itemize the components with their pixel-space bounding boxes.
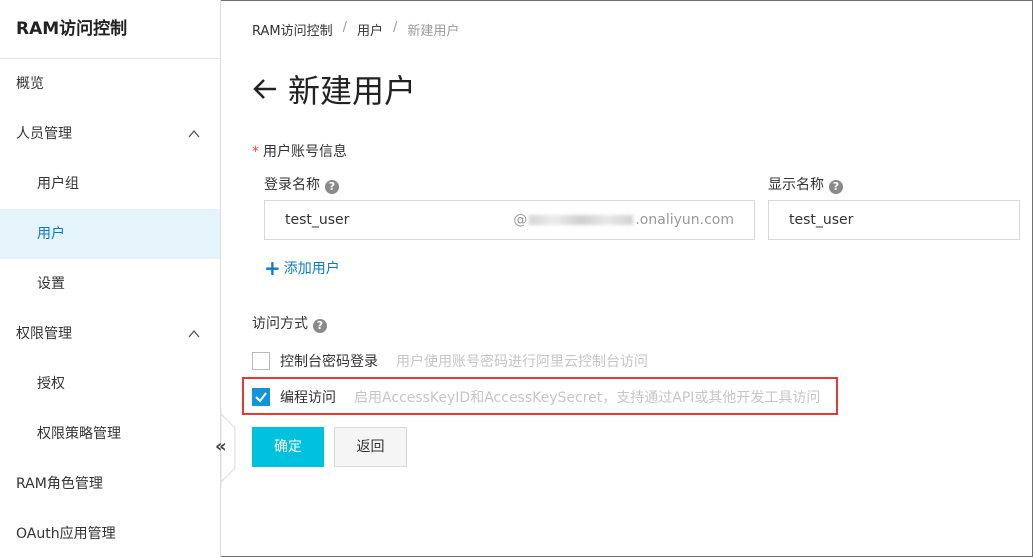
help-icon[interactable]: ?	[325, 180, 339, 194]
domain-prefix: @	[513, 212, 528, 228]
display-name-input[interactable]: test_user	[768, 200, 1020, 240]
help-icon[interactable]: ?	[829, 180, 843, 194]
plus-icon: +	[264, 256, 281, 280]
breadcrumb-root[interactable]: RAM访问控制	[252, 20, 333, 39]
login-name-text: 登录名称	[264, 177, 320, 193]
sidebar-item-ram-roles[interactable]: RAM角色管理	[0, 459, 220, 509]
console-access-option[interactable]: 控制台密码登录 用户使用账号密码进行阿里云控制台访问	[252, 351, 648, 371]
login-name-input[interactable]: test_user @ .onaliyun.com	[264, 200, 755, 240]
help-icon[interactable]: ?	[313, 319, 327, 333]
redacted-account-id	[529, 215, 634, 225]
required-marker: *	[252, 144, 259, 160]
sidebar-item-overview[interactable]: 概览	[0, 59, 220, 109]
add-user-label: 添加用户	[283, 261, 340, 277]
display-name-label: 显示名称?	[768, 174, 843, 194]
checkmark-icon	[255, 392, 267, 403]
breadcrumb-separator: /	[342, 20, 348, 35]
breadcrumb-separator: /	[393, 20, 398, 35]
sidebar-item-settings[interactable]: 设置	[0, 259, 220, 309]
login-name-value: test_user	[285, 212, 350, 228]
access-mode-text: 访问方式	[252, 316, 308, 332]
api-access-label: 编程访问	[280, 390, 336, 406]
breadcrumb: RAM访问控制 / 用户 / 新建用户	[252, 20, 459, 39]
chevron-up-icon	[188, 329, 200, 338]
sidebar-item-label: 权限管理	[16, 326, 72, 342]
back-button[interactable]: 返回	[334, 427, 407, 467]
sidebar-item-policies[interactable]: 权限策略管理	[0, 409, 220, 459]
sidebar-item-people-management[interactable]: 人员管理	[0, 109, 220, 159]
page-title: 新建用户	[288, 72, 417, 110]
api-access-checkbox[interactable]	[252, 388, 270, 406]
console-access-hint: 用户使用账号密码进行阿里云控制台访问	[396, 354, 648, 370]
page-title-row: 新建用户	[252, 66, 416, 112]
login-name-label: 登录名称?	[264, 174, 339, 194]
confirm-button[interactable]: 确定	[252, 427, 324, 467]
domain-suffix: @ .onaliyun.com	[513, 201, 734, 239]
sidebar-item-permission-management[interactable]: 权限管理	[0, 309, 220, 359]
add-user-link[interactable]: + 添加用户	[264, 258, 340, 278]
sidebar-item-label: 人员管理	[16, 126, 72, 142]
back-arrow-icon[interactable]	[252, 76, 278, 102]
access-mode-label: 访问方式?	[252, 313, 327, 333]
sidebar-item-users[interactable]: 用户	[0, 209, 220, 259]
sidebar-item-user-groups[interactable]: 用户组	[0, 159, 220, 209]
api-access-option[interactable]: 编程访问 启用AccessKeyID和AccessKeySecret，支持通过A…	[252, 387, 820, 407]
console-access-label: 控制台密码登录	[280, 354, 378, 370]
sidebar-title: RAM访问控制	[0, 0, 220, 59]
api-access-hint: 启用AccessKeyID和AccessKeySecret，支持通过API或其他…	[354, 390, 821, 406]
account-info-text: 用户账号信息	[263, 144, 347, 160]
sidebar-item-grants[interactable]: 授权	[0, 359, 220, 409]
domain-suffix-text: .onaliyun.com	[635, 212, 734, 228]
breadcrumb-current: 新建用户	[407, 24, 460, 39]
chevron-up-icon	[188, 129, 200, 138]
sidebar-item-oauth-apps[interactable]: OAuth应用管理	[0, 509, 220, 557]
breadcrumb-users[interactable]: 用户	[357, 20, 383, 39]
console-access-checkbox[interactable]	[252, 352, 270, 370]
sidebar: RAM访问控制 概览 人员管理 用户组 用户 设置 权限管理 授权 权限策略管理…	[0, 0, 221, 557]
display-name-value: test_user	[789, 212, 854, 228]
display-name-text: 显示名称	[768, 177, 824, 193]
account-info-section-label: * 用户账号信息	[252, 141, 347, 161]
main-content: RAM访问控制 / 用户 / 新建用户 新建用户 * 用户账号信息 登录名称? 显…	[222, 0, 1032, 557]
